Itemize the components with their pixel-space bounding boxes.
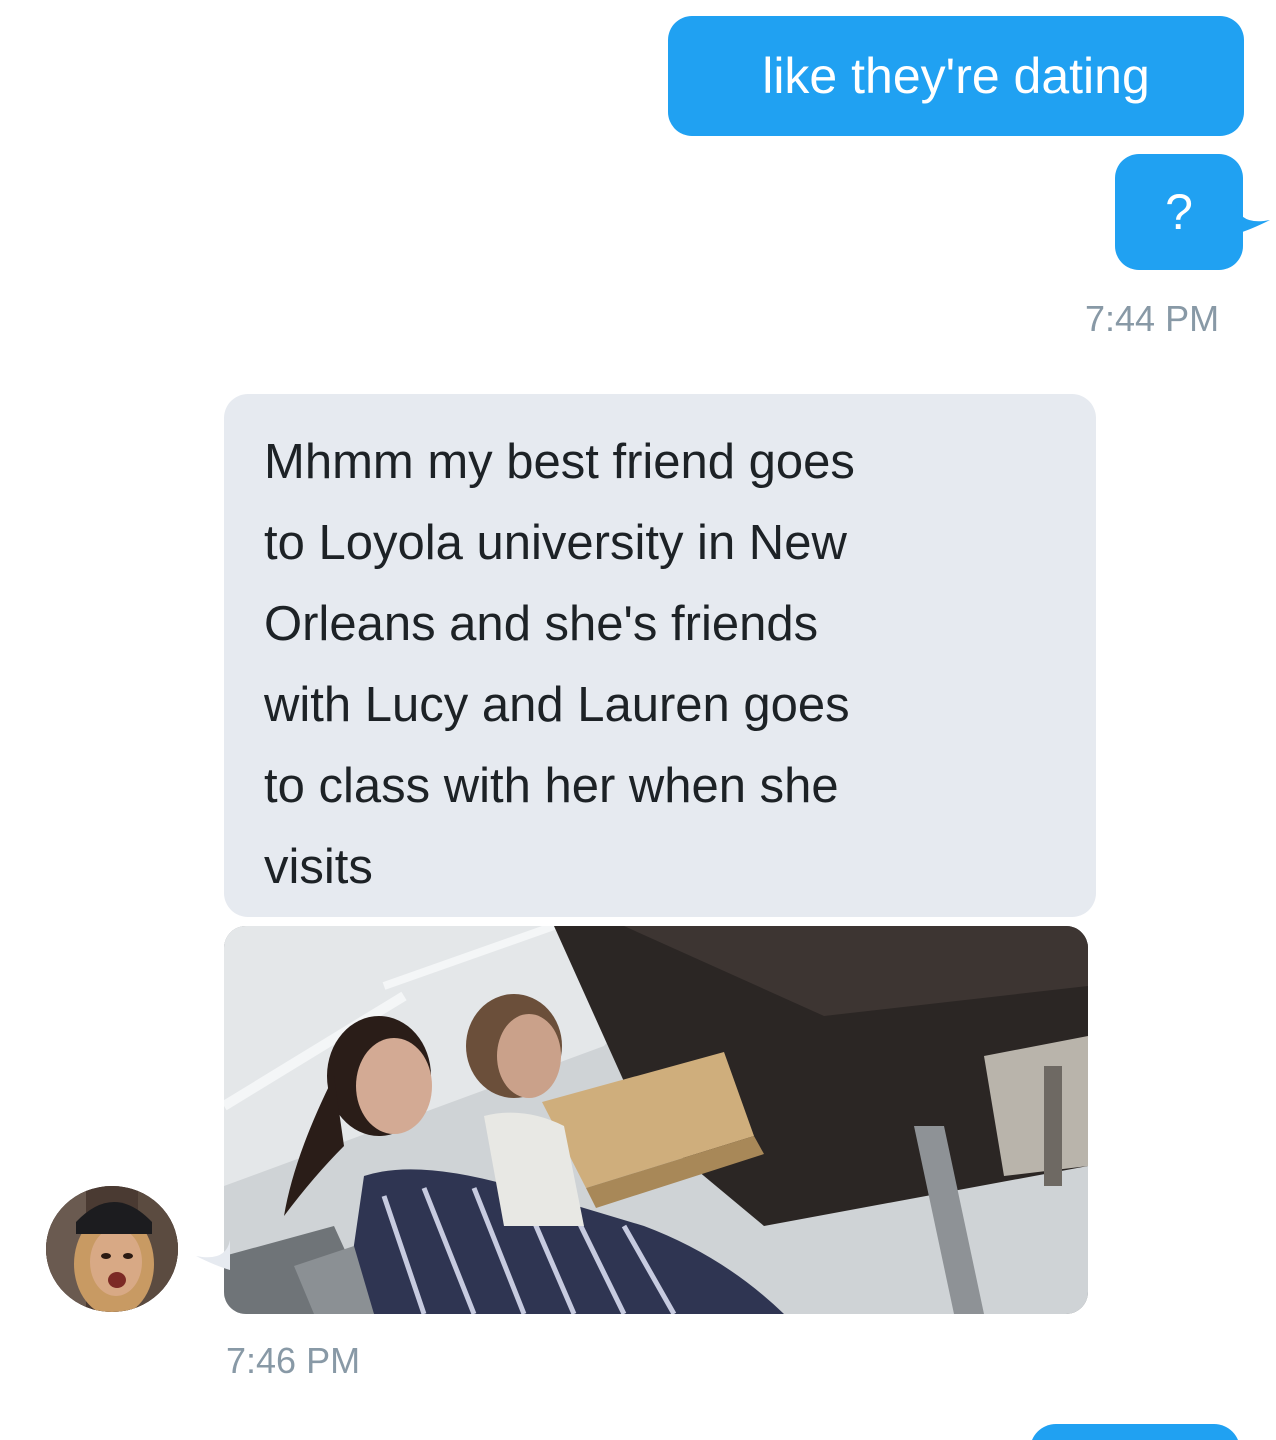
avatar-image <box>46 1186 178 1312</box>
sent-message-text: ? <box>1165 184 1193 240</box>
received-message-line: Orleans and she's friends <box>264 597 819 651</box>
photo-attachment[interactable] <box>224 926 1088 1314</box>
user-avatar[interactable] <box>46 1186 178 1312</box>
sent-message-bubble[interactable]: like they're dating <box>668 16 1244 136</box>
message-timestamp: 7:44 PM <box>1085 298 1220 339</box>
sent-message-bubble[interactable] <box>1030 1424 1240 1440</box>
received-message-line: to Loyola university in New <box>264 516 847 570</box>
received-message-line: to class with her when she <box>264 759 839 813</box>
received-message-line: Mhmm my best friend goes <box>264 435 855 489</box>
sent-message-text: like they're dating <box>762 48 1150 104</box>
bubble-tail-icon <box>1236 204 1270 234</box>
received-message-line: with Lucy and Lauren goes <box>264 678 850 732</box>
photo-image <box>224 926 1088 1314</box>
received-message-bubble[interactable]: Mhmm my best friend goes to Loyola unive… <box>224 394 1096 917</box>
dm-conversation: like they're dating ? 7:44 PM Mhmm my be… <box>0 0 1276 1440</box>
bubble-tail-icon <box>196 1240 230 1270</box>
message-timestamp: 7:46 PM <box>226 1340 361 1381</box>
received-message-line: visits <box>264 840 373 894</box>
sent-message-bubble[interactable]: ? <box>1115 154 1243 270</box>
